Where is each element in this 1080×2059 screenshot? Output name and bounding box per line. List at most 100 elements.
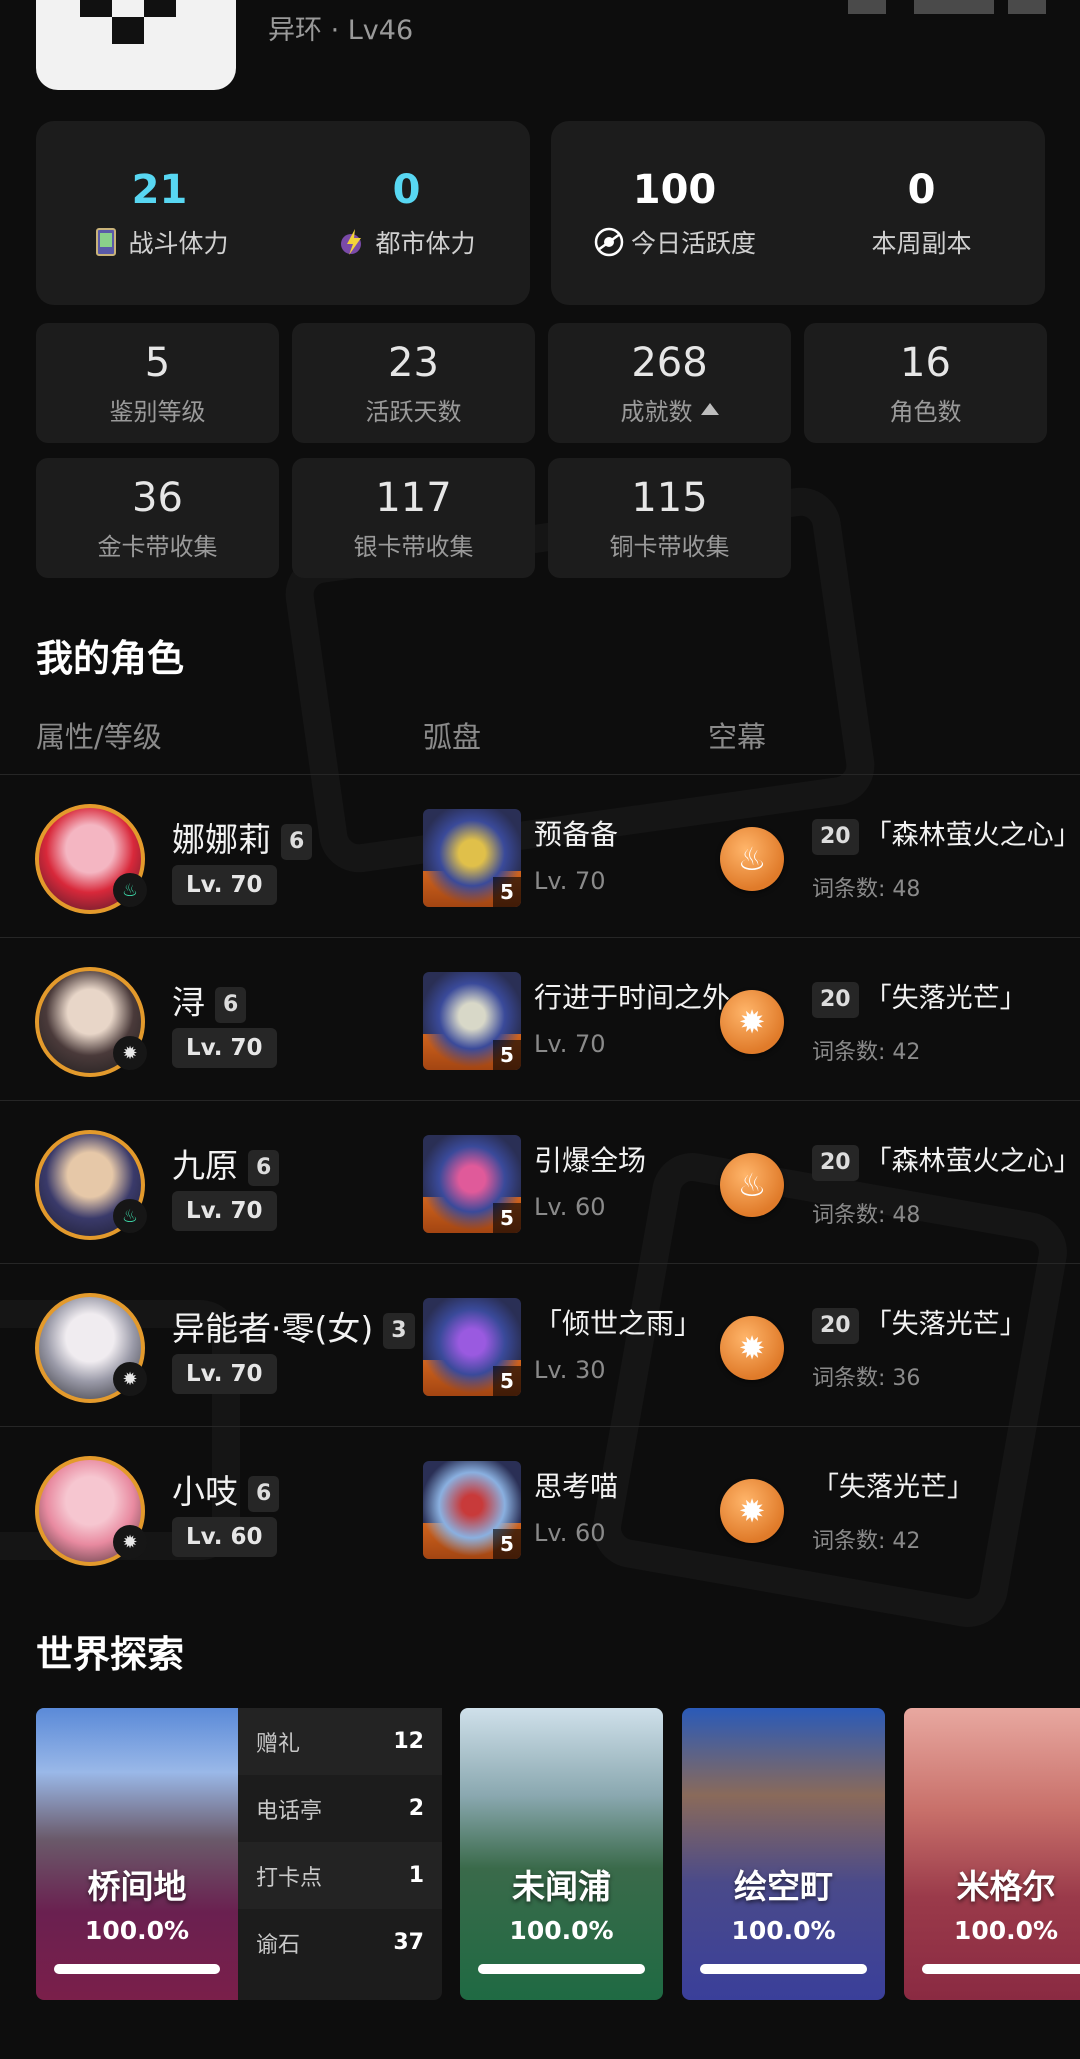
disk-name: 「倾世之雨」 (534, 1307, 703, 1340)
stat-value: 5 (144, 339, 171, 386)
sun-icon: ✹ (113, 1362, 147, 1396)
sky-entries: 词条数: 48 (812, 877, 921, 902)
character-name: 娜娜莉 (172, 820, 271, 859)
city-stamina: 0 都市体力 (283, 121, 530, 305)
stat-label: 角色数 (889, 397, 962, 426)
explore-progress (478, 1964, 645, 1974)
sky-name: 「失落光芒」 (864, 1309, 1027, 1340)
stat-value: 115 (631, 474, 708, 521)
character-level: Lv. 60 (172, 1517, 277, 1557)
stat-value: 36 (132, 474, 183, 521)
stat-identify-level: 5 鉴别等级 (36, 323, 279, 443)
sky-level: 20 (812, 1307, 859, 1344)
detail-value: 1 (408, 1863, 424, 1888)
stat-value: 268 (631, 339, 708, 386)
character-row[interactable]: ♨ 娜娜莉 6 Lv. 70 5 预备备 Lv. 70 ♨ 20 「森林萤火之心」 … (0, 774, 1080, 937)
explore-percent: 100.0% (731, 1916, 836, 1945)
stat-value: 117 (375, 474, 452, 521)
stat-achievements[interactable]: 268 成就数 (548, 323, 791, 443)
explore-title: 世界探索 (36, 1633, 184, 1676)
stat-bronze-tapes: 115 铜卡带收集 (548, 458, 791, 578)
explore-progress (54, 1964, 220, 1974)
explore-card-huikongting[interactable]: 绘空町 100.0% (682, 1708, 885, 2000)
detail-label: 赠礼 (256, 1731, 301, 1757)
stamina-panel: 21 战斗体力 0 都市体力 (36, 121, 530, 305)
disk-level: Lv. 30 (534, 1356, 606, 1384)
character-rank: 6 (215, 986, 247, 1023)
stat-label: 铜卡带收集 (609, 532, 730, 561)
stat-label: 活跃天数 (365, 397, 462, 426)
characters-title: 我的角色 (36, 637, 184, 680)
lightning-icon (341, 229, 362, 255)
flame-icon: ♨ (113, 873, 147, 907)
daily-activity: 100 今日活跃度 (551, 121, 798, 305)
detail-label: 电话亭 (256, 1798, 323, 1824)
stat-label: 成就数 (620, 397, 693, 426)
sky-level: 20 (812, 1144, 859, 1181)
detail-oracle-stone: 谕石 37 (238, 1909, 442, 1976)
col-attr-level: 属性/等级 (36, 720, 162, 754)
weekly-dungeon-value: 0 (907, 167, 936, 213)
stat-label: 鉴别等级 (109, 397, 206, 426)
disk-level: Lv. 60 (534, 1193, 606, 1221)
sky-level: 20 (812, 981, 859, 1018)
sky-name: 「森林萤火之心」 (864, 1146, 1080, 1177)
disk-level: Lv. 70 (534, 867, 606, 895)
battle-stamina-value: 21 (131, 167, 188, 213)
disk-name: 预备备 (534, 818, 619, 851)
profile-header: 异环 · Lv46 (36, 0, 1046, 96)
explore-name: 桥间地 (87, 1867, 187, 1906)
detail-value: 37 (393, 1930, 424, 1955)
flame-icon: ♨ (720, 827, 784, 891)
disk-image: 5 (423, 1461, 521, 1559)
disk-image: 5 (423, 972, 521, 1070)
character-rank: 6 (281, 823, 313, 860)
sky-name: 「失落光芒」 (812, 1472, 974, 1503)
sun-icon: ✹ (720, 990, 784, 1054)
character-name: 异能者·零(女) (172, 1309, 374, 1348)
detail-phone-booth: 电话亭 2 (238, 1775, 442, 1842)
disk-count: 5 (493, 1040, 521, 1070)
character-rank: 6 (248, 1149, 280, 1186)
battle-stamina-label: 战斗体力 (128, 229, 229, 258)
city-stamina-label: 都市体力 (375, 229, 476, 258)
sun-icon: ✹ (720, 1479, 784, 1543)
stat-value: 23 (388, 339, 439, 386)
activity-panel: 100 今日活跃度 0 本周副本 (551, 121, 1045, 305)
sun-icon: ✹ (720, 1316, 784, 1380)
disk-level: Lv. 70 (534, 1030, 606, 1058)
character-rank: 3 (383, 1312, 415, 1349)
explore-card-qiaojiandi[interactable]: 桥间地 100.0% (36, 1708, 238, 2000)
sky-entries: 词条数: 36 (812, 1366, 921, 1391)
detail-label: 谕石 (256, 1932, 301, 1958)
character-row[interactable]: ✹ 异能者·零(女) 3 Lv. 70 5 「倾世之雨」 Lv. 30 ✹ 20 「… (0, 1263, 1080, 1426)
detail-value: 12 (393, 1729, 424, 1754)
stat-silver-tapes: 117 银卡带收集 (292, 458, 535, 578)
battle-stamina: 21 战斗体力 (36, 121, 283, 305)
character-level: Lv. 70 (172, 865, 277, 905)
explore-name: 未闻浦 (512, 1867, 611, 1906)
disk-image: 5 (423, 1135, 521, 1233)
user-avatar[interactable] (36, 0, 236, 90)
redacted-info (848, 0, 1046, 14)
col-sky: 空幕 (708, 720, 767, 754)
character-level: Lv. 70 (172, 1028, 277, 1068)
disk-image: 5 (423, 1298, 521, 1396)
eye-icon (594, 227, 624, 257)
character-name: 浔 (172, 983, 205, 1022)
disk-image: 5 (423, 809, 521, 907)
character-row[interactable]: ✹ 小吱 6 Lv. 60 5 思考喵 Lv. 60 ✹ 「失落光芒」 词条数: … (0, 1426, 1080, 1589)
character-name: 小吱 (172, 1472, 238, 1511)
character-level: Lv. 70 (172, 1354, 277, 1394)
character-row[interactable]: ♨ 九原 6 Lv. 70 5 引爆全场 Lv. 60 ♨ 20 「森林萤火之心」 … (0, 1100, 1080, 1263)
sun-icon: ✹ (113, 1036, 147, 1070)
explore-card-weiwenpu[interactable]: 未闻浦 100.0% (460, 1708, 663, 2000)
weekly-dungeon: 0 本周副本 (798, 121, 1045, 305)
character-row[interactable]: ✹ 浔6 Lv. 70 5 行进于时间之外 Lv. 70 ✹ 20 「失落光芒」 … (0, 937, 1080, 1100)
stat-label: 银卡带收集 (353, 532, 474, 561)
detail-gifts: 赠礼 12 (238, 1708, 442, 1775)
disk-name: 行进于时间之外 (534, 981, 731, 1014)
explore-card-migeer[interactable]: 米格尔 100.0% (904, 1708, 1080, 2000)
explore-progress (700, 1964, 867, 1974)
triangle-up-icon (700, 403, 719, 415)
